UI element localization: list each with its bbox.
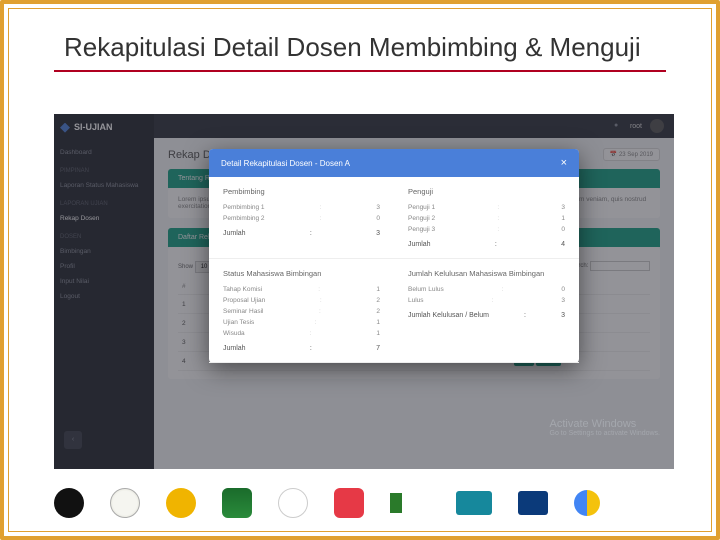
- stat-line: Wisuda:1: [223, 328, 380, 339]
- detail-modal: Detail Rekapitulasi Dosen - Dosen A × Pe…: [209, 149, 579, 363]
- status-total: 7: [376, 345, 380, 352]
- partner-logo: [518, 491, 548, 515]
- stat-line: Ujian Tesis:1: [223, 317, 380, 328]
- stat-line: Belum Lulus:0: [408, 284, 565, 295]
- status-title: Status Mahasiswa Bimbingan: [223, 269, 380, 278]
- partner-logo: [222, 488, 252, 518]
- modal-title: Detail Rekapitulasi Dosen - Dosen A: [221, 159, 350, 168]
- slide-title: Rekapitulasi Detail Dosen Membimbing & M…: [64, 32, 641, 63]
- lulus-section: Jumlah Kelulusan Mahasiswa Bimbingan Bel…: [394, 259, 579, 362]
- title-underline: [54, 70, 666, 72]
- partner-logo: [574, 490, 600, 516]
- pembimbing-title: Pembimbing: [223, 187, 380, 196]
- logo-strip: [54, 484, 666, 522]
- penguji-total: 4: [561, 241, 565, 248]
- lulus-total: 3: [561, 312, 565, 319]
- status-total-label: Jumlah: [223, 345, 246, 352]
- pembimbing-total-label: Jumlah: [223, 230, 246, 237]
- stat-line: Lulus:3: [408, 295, 565, 306]
- stat-line: Proposal Ujian:2: [223, 295, 380, 306]
- stat-line: Pembimbing 2:0: [223, 213, 380, 224]
- stat-line: Penguji 1:3: [408, 202, 565, 213]
- stat-line: Tahap Komisi:1: [223, 284, 380, 295]
- partner-logo: [110, 488, 140, 518]
- stat-line: Penguji 3:0: [408, 224, 565, 235]
- partner-logo: [334, 488, 364, 518]
- partner-logo: [456, 491, 492, 515]
- stat-line: Pembimbing 1:3: [223, 202, 380, 213]
- app-window: SI-UJIAN Dashboard PIMPINAN Laporan Stat…: [54, 114, 674, 469]
- lulus-title: Jumlah Kelulusan Mahasiswa Bimbingan: [408, 269, 565, 278]
- close-icon[interactable]: ×: [561, 157, 567, 169]
- stat-line: Seminar Hasil:2: [223, 306, 380, 317]
- lulus-total-label: Jumlah Kelulusan / Belum: [408, 312, 489, 319]
- modal-header: Detail Rekapitulasi Dosen - Dosen A ×: [209, 149, 579, 177]
- partner-logo: [166, 488, 196, 518]
- partner-logo: [54, 488, 84, 518]
- penguji-title: Penguji: [408, 187, 565, 196]
- status-section: Status Mahasiswa Bimbingan Tahap Komisi:…: [209, 259, 394, 362]
- partner-logo: [390, 493, 430, 513]
- pembimbing-total: 3: [376, 230, 380, 237]
- stat-line: Penguji 2:1: [408, 213, 565, 224]
- penguji-total-label: Jumlah: [408, 241, 431, 248]
- pembimbing-section: Pembimbing Pembimbing 1:3Pembimbing 2:0 …: [209, 177, 394, 258]
- penguji-section: Penguji Penguji 1:3Penguji 2:1Penguji 3:…: [394, 177, 579, 258]
- partner-logo: [278, 488, 308, 518]
